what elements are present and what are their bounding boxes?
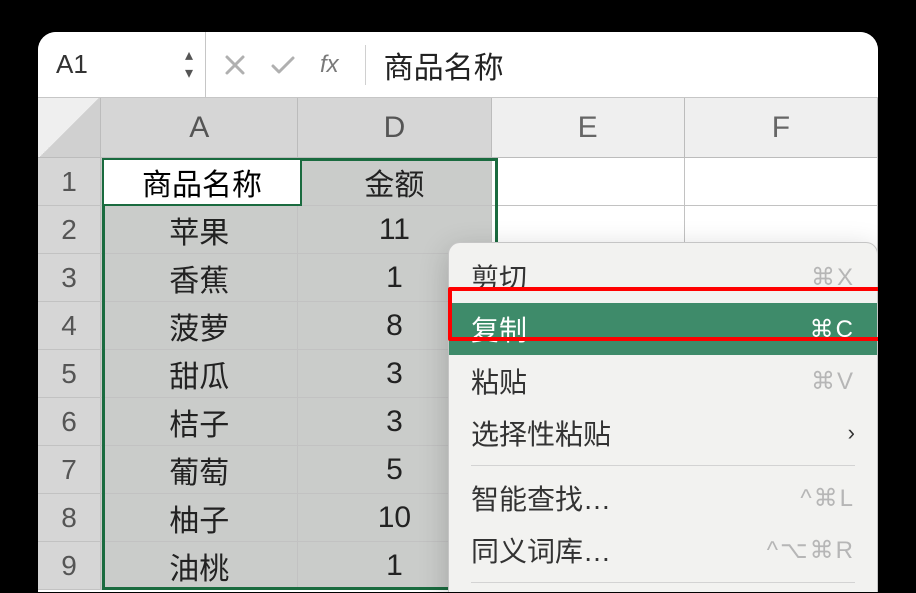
chevron-down-icon[interactable]: ▾: [183, 65, 195, 83]
menu-item-cut[interactable]: 剪切 ⌘X: [449, 251, 877, 303]
menu-shortcut: ⌘C: [810, 315, 855, 344]
row-header[interactable]: 2: [38, 206, 101, 253]
cell[interactable]: 油桃: [101, 542, 298, 589]
menu-separator: [471, 465, 855, 466]
menu-item-paste-special[interactable]: 选择性粘贴 ›: [449, 407, 877, 459]
column-header-F[interactable]: F: [685, 98, 878, 157]
row-header[interactable]: 1: [38, 158, 101, 205]
row-header[interactable]: 7: [38, 446, 101, 493]
confirm-icon[interactable]: [270, 54, 296, 76]
menu-label: 选择性粘贴: [471, 413, 611, 453]
formula-input[interactable]: 商品名称: [374, 43, 878, 87]
menu-label: 剪切: [471, 257, 527, 297]
menu-item-insert[interactable]: 插入…: [449, 589, 877, 592]
menu-label: 智能查找…: [471, 478, 611, 518]
cell[interactable]: 柚子: [101, 494, 298, 541]
name-box-value: A1: [56, 49, 183, 80]
formula-actions: fx: [206, 51, 357, 79]
menu-item-thesaurus[interactable]: 同义词库… ^⌥⌘R: [449, 524, 877, 576]
menu-item-smart-lookup[interactable]: 智能查找… ^⌘L: [449, 472, 877, 524]
cell[interactable]: 苹果: [101, 206, 298, 253]
fx-icon[interactable]: fx: [320, 51, 339, 79]
row-header[interactable]: 6: [38, 398, 101, 445]
cell[interactable]: 菠萝: [101, 302, 298, 349]
menu-label: 复制: [471, 309, 527, 349]
cell[interactable]: [492, 158, 685, 205]
menu-shortcut: ⌘X: [811, 263, 855, 292]
cell[interactable]: 甜瓜: [101, 350, 298, 397]
chevron-right-icon: ›: [848, 420, 855, 446]
name-box[interactable]: A1 ▴ ▾: [38, 32, 206, 97]
column-headers: A D E F: [38, 98, 878, 158]
cell[interactable]: 香蕉: [101, 254, 298, 301]
formula-bar: A1 ▴ ▾ fx 商品名称: [38, 32, 878, 98]
spreadsheet-window: A1 ▴ ▾ fx 商品名称 A D E F 1: [38, 32, 878, 592]
column-header-D[interactable]: D: [298, 98, 491, 157]
cell[interactable]: 葡萄: [101, 446, 298, 493]
menu-shortcut: ⌘V: [811, 367, 855, 396]
cell[interactable]: 桔子: [101, 398, 298, 445]
column-header-E[interactable]: E: [492, 98, 685, 157]
menu-item-paste[interactable]: 粘贴 ⌘V: [449, 355, 877, 407]
menu-separator: [471, 582, 855, 583]
menu-shortcut: ^⌥⌘R: [767, 536, 855, 565]
row-header[interactable]: 9: [38, 542, 101, 589]
name-box-stepper[interactable]: ▴ ▾: [183, 47, 195, 83]
active-cell[interactable]: 商品名称: [102, 158, 302, 206]
row-header[interactable]: 5: [38, 350, 101, 397]
cell[interactable]: 金额: [298, 158, 491, 205]
menu-label: 同义词库…: [471, 530, 611, 570]
column-header-A[interactable]: A: [101, 98, 298, 157]
select-all-corner[interactable]: [38, 98, 101, 157]
row-header[interactable]: 8: [38, 494, 101, 541]
row-header[interactable]: 3: [38, 254, 101, 301]
divider: [365, 45, 366, 85]
context-menu: 剪切 ⌘X 复制 ⌘C 粘贴 ⌘V 选择性粘贴 › 智能查找… ^⌘L 同义词库…: [448, 242, 878, 592]
cell[interactable]: [685, 158, 878, 205]
row-header[interactable]: 4: [38, 302, 101, 349]
menu-label: 粘贴: [471, 361, 527, 401]
cancel-icon[interactable]: [224, 54, 246, 76]
menu-item-copy[interactable]: 复制 ⌘C: [449, 303, 877, 355]
chevron-up-icon[interactable]: ▴: [183, 47, 195, 65]
menu-shortcut: ^⌘L: [800, 484, 855, 513]
